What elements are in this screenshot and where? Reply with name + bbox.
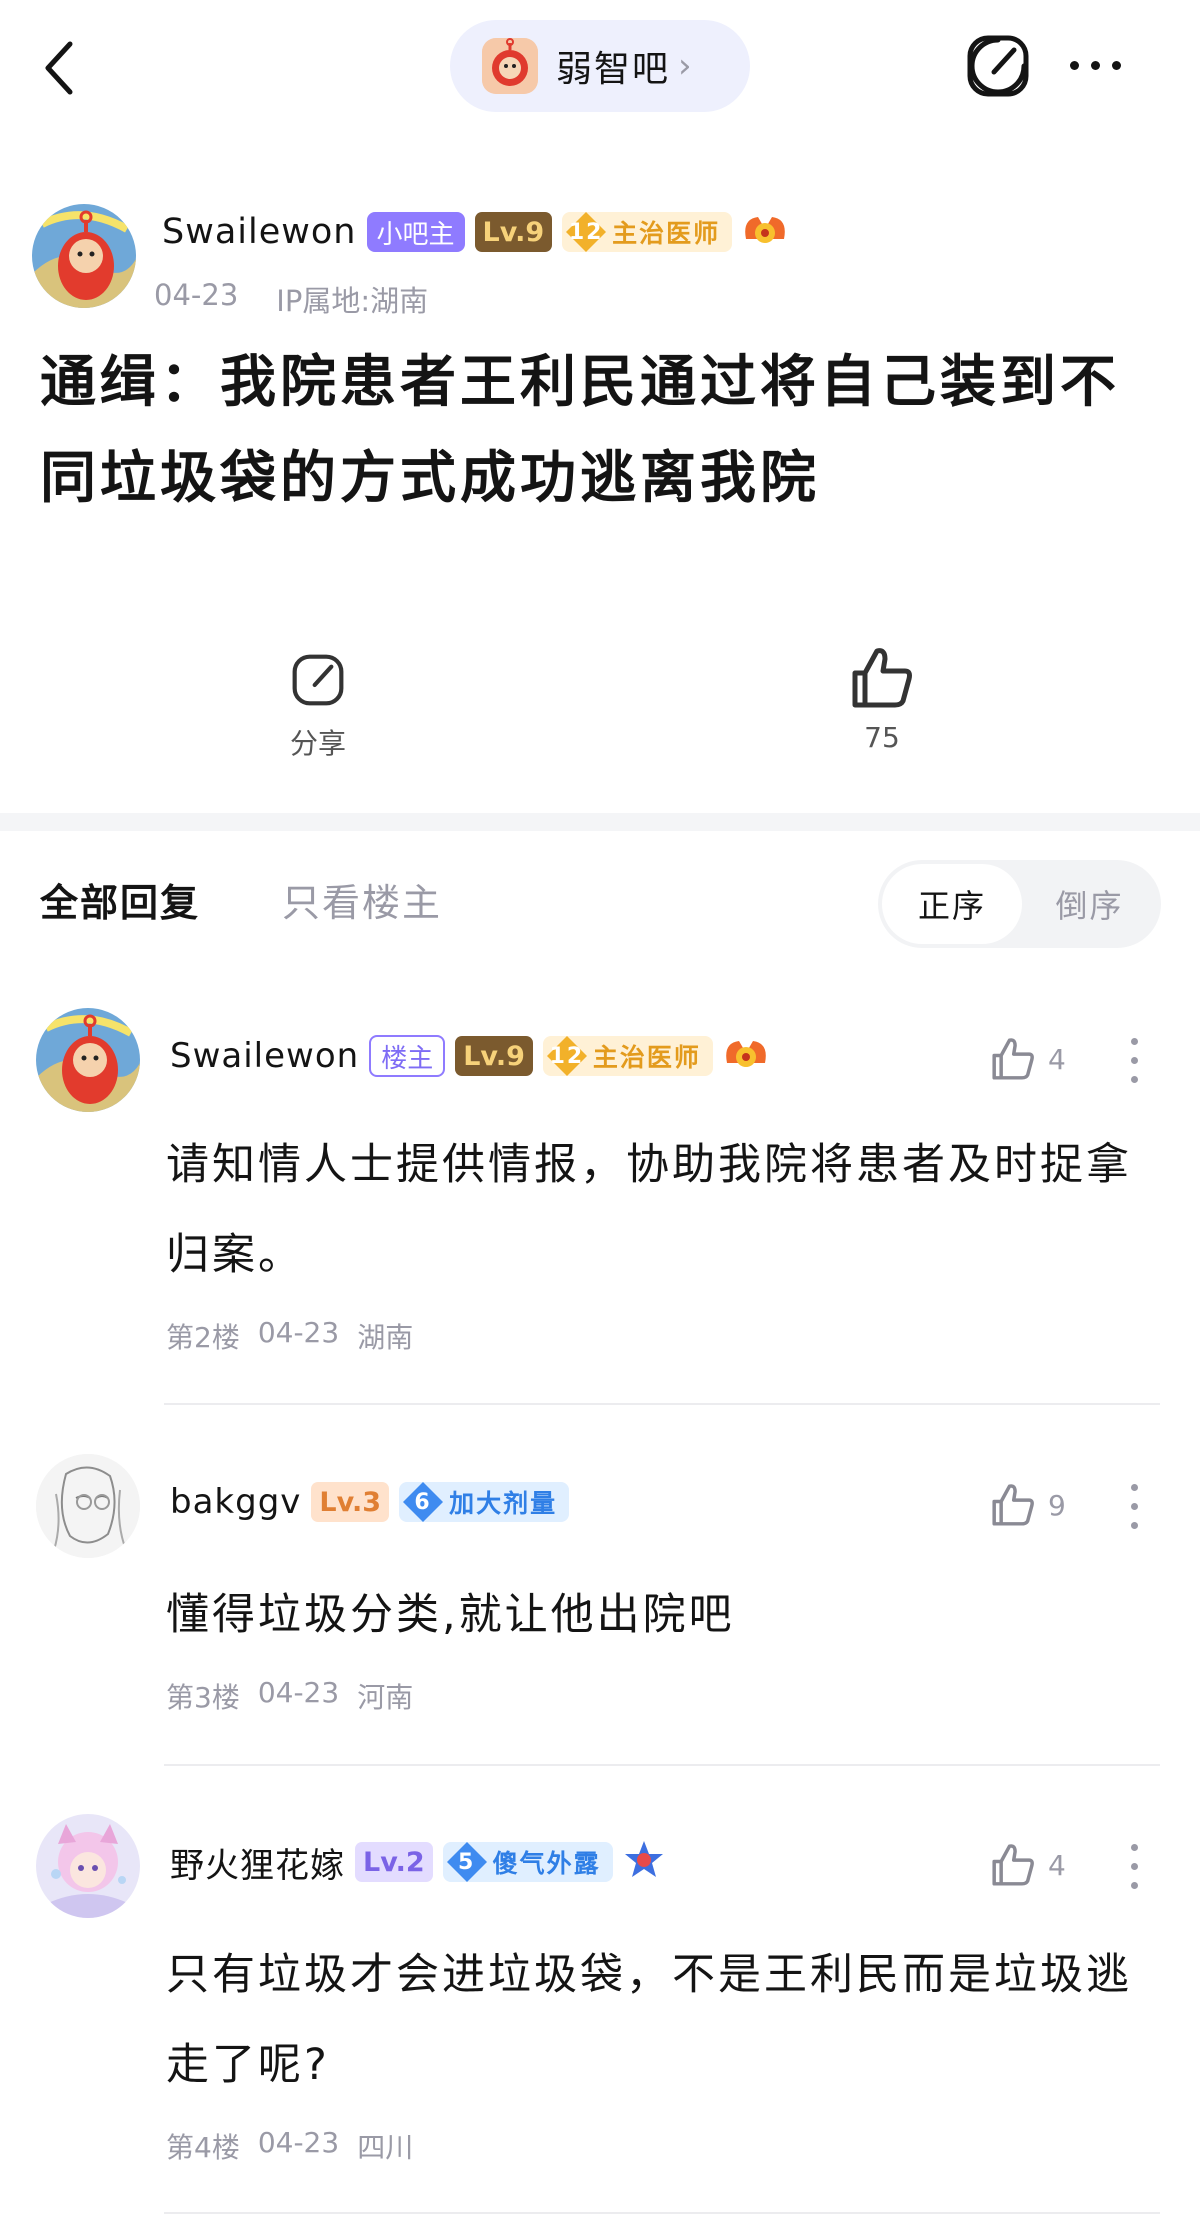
reply-more-button[interactable] (1124, 1484, 1144, 1529)
op-badge: 楼主 (369, 1035, 446, 1077)
like-count: 75 (864, 721, 900, 754)
chevron-right-icon: › (678, 46, 692, 86)
honor-badge: 12 主治医师 (562, 210, 733, 254)
reply-text: 请知情人士提供情报，协助我院将患者及时捉拿归案。 (166, 1140, 1132, 1280)
ip-location: IP属地:湖南 (276, 284, 429, 318)
share-label: 分享 (289, 727, 346, 760)
floor-number: 第2楼 (166, 1321, 240, 1354)
level-badge: Lv.9 (455, 1036, 533, 1076)
reply-divider (164, 2212, 1160, 2214)
achievement-icon (742, 209, 788, 255)
floor-number: 第3楼 (166, 1681, 240, 1714)
like-icon (852, 648, 912, 708)
like-action[interactable]: 75 (836, 645, 928, 754)
reply-location: 湖南 (357, 1321, 414, 1354)
forum-entry-button[interactable]: 弱智吧 › (450, 20, 750, 112)
level-badge: Lv.9 (474, 212, 553, 252)
level-badge: Lv.3 (311, 1482, 390, 1522)
thumb-up-icon (992, 1484, 1034, 1526)
level-badge: Lv.2 (355, 1842, 433, 1882)
thumb-up-icon (992, 1844, 1034, 1886)
diamond-rank-icon: 12 (564, 210, 608, 254)
achievement-icon (723, 1033, 769, 1079)
honor-badge: 6 加大剂量 (399, 1480, 570, 1524)
tab-all-replies[interactable]: 全部回复 (40, 872, 200, 927)
tab-op-only[interactable]: 只看楼主 (282, 872, 442, 927)
forum-avatar-icon (482, 38, 538, 94)
star-badge-icon (623, 1839, 665, 1885)
diamond-rank-icon: 6 (401, 1480, 445, 1524)
reply-date: 04-23 (257, 1316, 340, 1349)
reply-location: 四川 (357, 2131, 414, 2164)
reply-item: bakggv Lv.3 6 加大剂量 9 懂得垃圾分类,就让他出院吧 第3楼 0… (0, 1444, 1200, 1774)
back-button[interactable] (38, 28, 108, 108)
sort-asc-button[interactable]: 正序 (882, 864, 1022, 944)
reply-like-button[interactable]: 4 (990, 1842, 1066, 1888)
reply-item: Swailewon 楼主 Lv.9 12 主治医师 4 请知情人士提供情报，协助… (0, 1000, 1200, 1410)
post-title: 通缉：我院患者王利民通过将自己装到不同垃圾袋的方式成功逃离我院 (40, 350, 1120, 511)
floor-number: 第4楼 (166, 2131, 240, 2164)
reply-author[interactable]: bakggv (170, 1482, 301, 1522)
reply-more-button[interactable] (1124, 1038, 1144, 1083)
reply-date: 04-23 (257, 1676, 340, 1709)
honor-badge: 5 傻气外露 (442, 1840, 613, 1884)
more-icon (1070, 60, 1079, 70)
reply-text: 只有垃圾才会进垃圾袋，不是王利民而是垃圾逃走了呢? (166, 1950, 1132, 2090)
reply-location: 河南 (357, 1681, 414, 1714)
more-options-button[interactable] (1070, 50, 1140, 80)
reply-item: 野火狸花嫁 Lv.2 5 傻气外露 4 只有垃圾才会进垃圾袋，不是王利民而是垃圾… (0, 1802, 1200, 2223)
post-date: 04-23 (154, 278, 239, 312)
author-name[interactable]: Swailewon (162, 212, 357, 252)
reply-author[interactable]: Swailewon (170, 1036, 359, 1076)
reply-like-count: 9 (1048, 1488, 1066, 1522)
reply-author[interactable]: 野火狸花嫁 (170, 1838, 345, 1887)
share-icon (967, 35, 1029, 97)
forum-name: 弱智吧 (556, 49, 671, 90)
back-arrow-icon (45, 41, 73, 95)
reply-like-count: 4 (1048, 1042, 1066, 1076)
reply-divider (164, 1403, 1160, 1405)
thumb-up-icon (992, 1038, 1034, 1080)
share-action[interactable]: 分享 (268, 650, 368, 762)
more-vertical-icon (1130, 1484, 1138, 1491)
more-vertical-icon (1130, 1844, 1138, 1851)
reply-text: 懂得垃圾分类,就让他出院吧 (166, 1590, 735, 1640)
sort-toggle: 正序 倒序 (878, 860, 1161, 948)
diamond-rank-icon: 5 (445, 1840, 489, 1884)
reply-like-button[interactable]: 9 (990, 1482, 1066, 1528)
reply-like-button[interactable]: 4 (990, 1036, 1066, 1082)
reply-more-button[interactable] (1124, 1844, 1144, 1889)
diamond-rank-icon: 12 (545, 1034, 589, 1078)
sort-desc-button[interactable]: 倒序 (1022, 864, 1157, 944)
reply-avatar[interactable] (36, 1814, 140, 1918)
section-divider (0, 813, 1200, 831)
reply-avatar[interactable] (36, 1454, 140, 1558)
author-avatar[interactable] (32, 204, 136, 308)
more-vertical-icon (1130, 1038, 1138, 1045)
moderator-badge: 小吧主 (366, 212, 465, 252)
reply-like-count: 4 (1048, 1848, 1066, 1882)
share-icon (292, 654, 344, 706)
share-button-top[interactable] (962, 30, 1034, 102)
honor-badge: 12 主治医师 (542, 1034, 713, 1078)
reply-avatar[interactable] (36, 1008, 140, 1112)
reply-divider (164, 1764, 1160, 1766)
reply-date: 04-23 (257, 2126, 340, 2159)
